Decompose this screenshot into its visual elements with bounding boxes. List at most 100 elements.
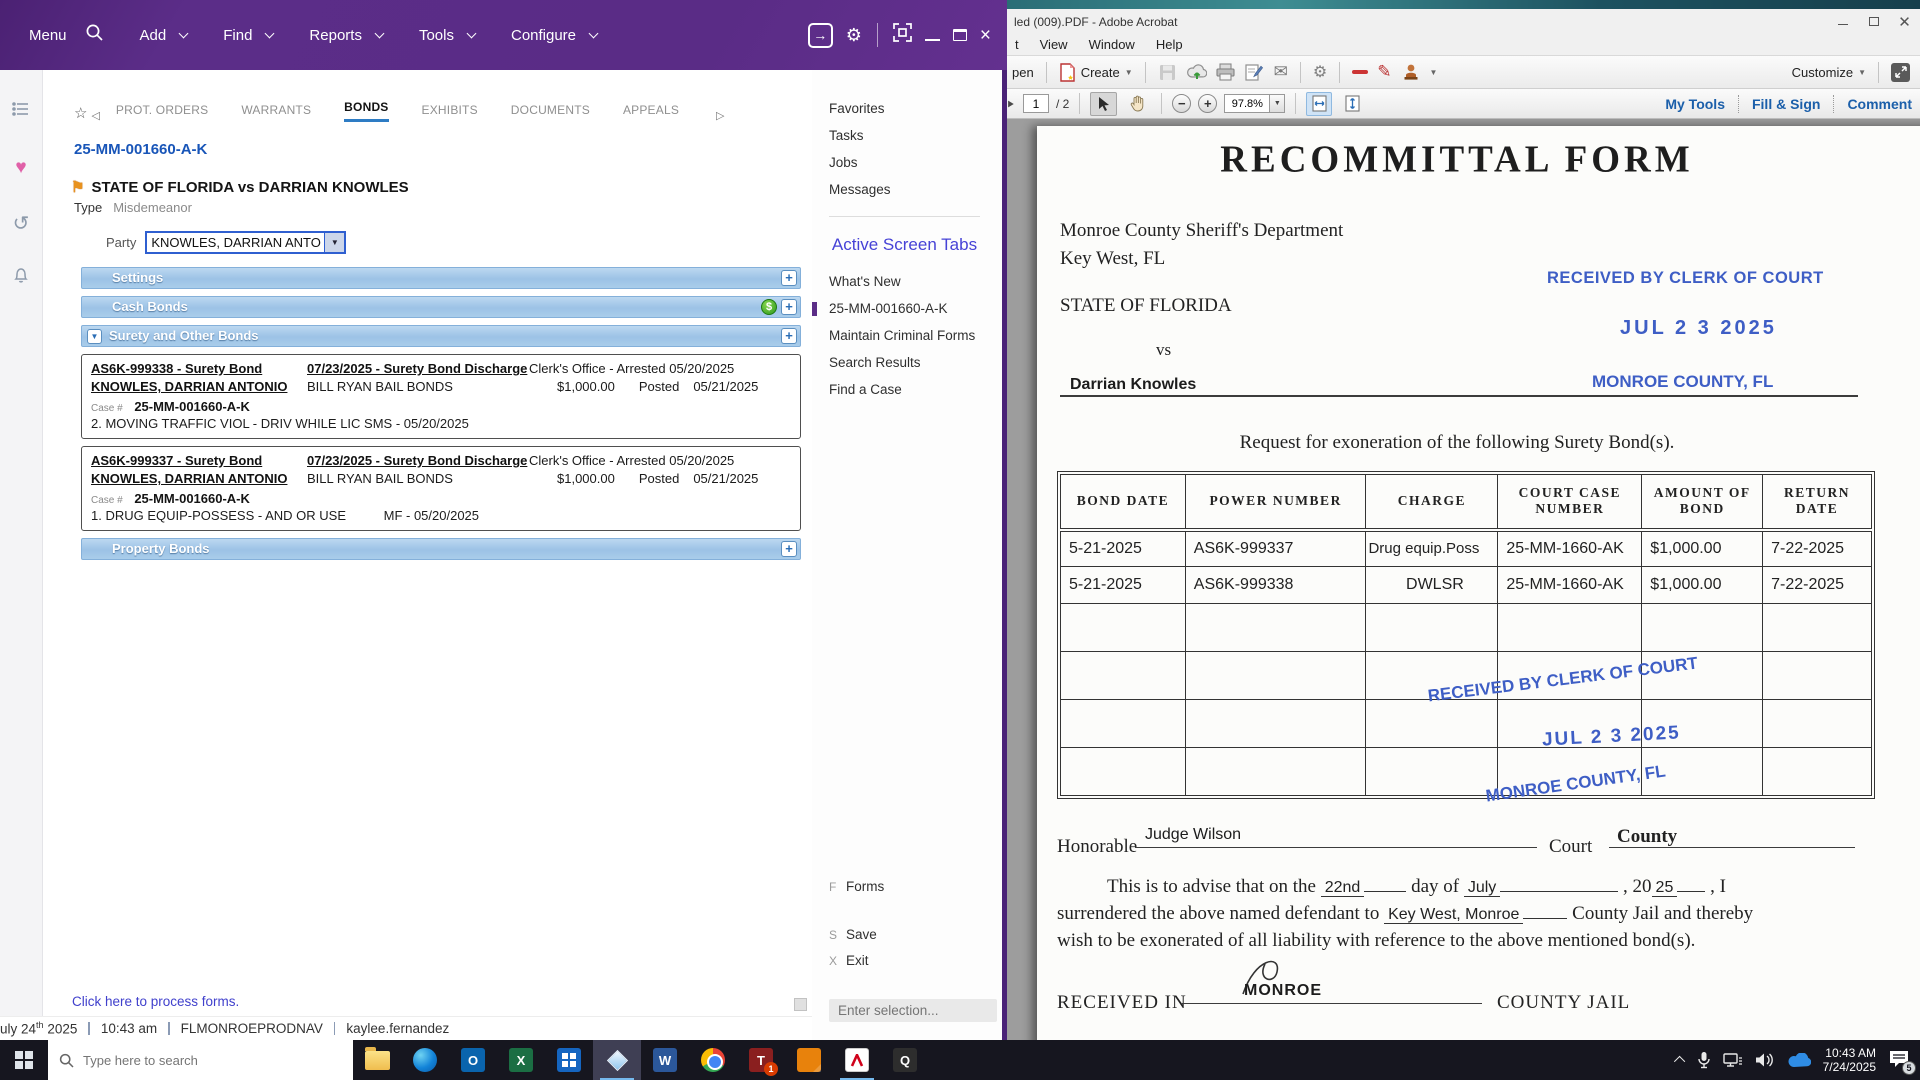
- taskbar-chrome-icon[interactable]: [689, 1040, 737, 1080]
- menu-help[interactable]: Help: [1156, 37, 1183, 52]
- sidebar-item-favorites[interactable]: Favorites: [829, 102, 992, 116]
- tab-my-tools[interactable]: My Tools: [1665, 96, 1725, 112]
- section-settings[interactable]: Settings +: [81, 267, 801, 289]
- bond-number-link[interactable]: AS6K-999338 - Surety Bond: [91, 360, 307, 378]
- party-dropdown-icon[interactable]: ▼: [324, 233, 345, 252]
- action-forms[interactable]: F Forms: [829, 879, 992, 894]
- select-tool-icon[interactable]: [1090, 91, 1118, 116]
- fullscreen-icon[interactable]: [893, 23, 912, 47]
- search-icon[interactable]: [85, 23, 104, 47]
- sidebar-item-tasks[interactable]: Tasks: [829, 129, 992, 143]
- case-number-link[interactable]: 25-MM-001660-A-K: [74, 141, 812, 158]
- section-cash-bonds[interactable]: Cash Bonds $ +: [81, 296, 801, 318]
- zoom-out-icon[interactable]: −: [1172, 94, 1192, 113]
- party-select[interactable]: KNOWLES, DARRIAN ANTO ▼: [145, 231, 347, 254]
- pencil-annotate-icon[interactable]: ✎: [1377, 62, 1391, 82]
- taskbar-acrobat-icon[interactable]: [833, 1040, 881, 1080]
- taskbar-clock[interactable]: 10:43 AM 7/24/2025: [1823, 1046, 1876, 1074]
- configure-menu[interactable]: Configure: [511, 27, 576, 44]
- screen-tab-search-results[interactable]: Search Results: [829, 356, 992, 370]
- fit-width-icon[interactable]: [1306, 91, 1333, 116]
- resize-grip[interactable]: [794, 998, 807, 1011]
- screen-tab-maintain-criminal-forms[interactable]: Maintain Criminal Forms: [829, 329, 992, 343]
- tab-documents[interactable]: DOCUMENTS: [511, 103, 590, 122]
- menu-view[interactable]: View: [1040, 37, 1068, 52]
- zoom-level-input[interactable]: [1224, 94, 1271, 113]
- menu-edit-partial[interactable]: t: [1015, 37, 1019, 52]
- sidebar-item-jobs[interactable]: Jobs: [829, 156, 992, 170]
- tab-appeals[interactable]: APPEALS: [623, 103, 679, 122]
- menu-window[interactable]: Window: [1089, 37, 1135, 52]
- scroll-tabs-right-icon[interactable]: ▷: [716, 109, 724, 122]
- customize-button[interactable]: Customize ▼: [1792, 65, 1866, 80]
- tab-prot-orders[interactable]: PROT. ORDERS: [116, 103, 208, 122]
- tab-warrants[interactable]: WARRANTS: [241, 103, 311, 122]
- tab-comment[interactable]: Comment: [1847, 96, 1912, 112]
- share-upload-icon[interactable]: [1186, 62, 1207, 82]
- section-surety-bonds[interactable]: ▼ Surety and Other Bonds +: [81, 325, 801, 347]
- history-icon[interactable]: ↺: [13, 211, 30, 236]
- bond-party-link[interactable]: KNOWLES, DARRIAN ANTONIO: [91, 378, 307, 396]
- onedrive-cloud-icon[interactable]: [1787, 1052, 1811, 1068]
- stamp-icon[interactable]: [1401, 62, 1421, 82]
- print-icon[interactable]: [1216, 62, 1236, 82]
- zoom-dropdown-icon[interactable]: ▼: [1270, 94, 1286, 113]
- network-icon[interactable]: [1722, 1052, 1743, 1068]
- screen-tab-whats-new[interactable]: What's New: [829, 275, 992, 289]
- tab-bonds[interactable]: BONDS: [344, 100, 389, 122]
- taskbar-q-app-icon[interactable]: Q: [881, 1040, 929, 1080]
- microphone-icon[interactable]: [1697, 1051, 1711, 1069]
- expand-plus-icon[interactable]: +: [781, 299, 797, 315]
- screen-tab-case[interactable]: 25-MM-001660-A-K: [812, 302, 992, 316]
- maximize-icon[interactable]: [1858, 9, 1889, 34]
- screen-tab-find-a-case[interactable]: Find a Case: [829, 383, 992, 397]
- expand-plus-icon[interactable]: +: [781, 270, 797, 286]
- highlight-strike-icon[interactable]: [1352, 70, 1369, 74]
- favorites-heart-icon[interactable]: ♥: [15, 157, 26, 179]
- action-save[interactable]: S Save: [829, 927, 992, 942]
- taskbar-search-input[interactable]: [83, 1052, 342, 1068]
- taskbar-orange-app-icon[interactable]: [785, 1040, 833, 1080]
- scroll-tabs-left-icon[interactable]: ◁: [91, 109, 99, 122]
- zoom-in-icon[interactable]: +: [1198, 94, 1218, 113]
- email-icon[interactable]: ✉: [1274, 62, 1288, 82]
- taskbar-excel-icon[interactable]: X: [497, 1040, 545, 1080]
- favorite-star-icon[interactable]: ☆: [74, 104, 87, 122]
- taskbar-word-icon[interactable]: W: [641, 1040, 689, 1080]
- expand-plus-icon[interactable]: +: [781, 541, 797, 557]
- taskbar-notification-app-icon[interactable]: T1: [737, 1040, 785, 1080]
- sign-out-icon[interactable]: →: [807, 22, 833, 48]
- expand-plus-icon[interactable]: +: [781, 328, 797, 344]
- sign-document-icon[interactable]: [1245, 62, 1265, 82]
- find-menu[interactable]: Find: [223, 27, 252, 44]
- minimize-icon[interactable]: [924, 30, 940, 41]
- taskbar-file-explorer-icon[interactable]: [353, 1040, 401, 1080]
- chevron-down-icon[interactable]: ▼: [1430, 68, 1438, 77]
- hidden-icons-chevron[interactable]: [1673, 1055, 1685, 1068]
- add-menu[interactable]: Add: [140, 27, 167, 44]
- create-button[interactable]: Create ▼: [1059, 62, 1133, 82]
- section-property-bonds[interactable]: Property Bonds +: [81, 538, 801, 560]
- taskbar-outlook-icon[interactable]: O: [449, 1040, 497, 1080]
- open-button-partial[interactable]: pen: [1012, 65, 1034, 80]
- speaker-icon[interactable]: [1755, 1052, 1775, 1068]
- documents-icon[interactable]: [12, 100, 30, 123]
- action-exit[interactable]: X Exit: [829, 953, 992, 968]
- sidebar-item-messages[interactable]: Messages: [829, 183, 992, 197]
- hand-tool-icon[interactable]: [1124, 92, 1151, 116]
- reports-menu[interactable]: Reports: [309, 27, 362, 44]
- close-icon[interactable]: ×: [980, 26, 991, 45]
- pdf-view-area[interactable]: RECOMMITTAL FORM Monroe County Sheriff's…: [1007, 119, 1920, 1040]
- bond-discharge-link[interactable]: 07/23/2025 - Surety Bond Discharge: [307, 360, 529, 378]
- minimize-icon[interactable]: [1827, 9, 1858, 34]
- bond-number-link[interactable]: AS6K-999337 - Surety Bond: [91, 452, 307, 470]
- action-center-icon[interactable]: 5: [1888, 1049, 1916, 1075]
- gear-icon[interactable]: ⚙: [1313, 62, 1327, 82]
- menu-button[interactable]: Menu: [29, 27, 67, 44]
- taskbar-edge-icon[interactable]: [401, 1040, 449, 1080]
- notifications-bell-icon[interactable]: [12, 266, 30, 289]
- gear-icon[interactable]: ⚙: [846, 26, 862, 44]
- start-button[interactable]: [0, 1040, 48, 1080]
- tools-menu[interactable]: Tools: [419, 27, 454, 44]
- save-icon[interactable]: [1158, 62, 1178, 82]
